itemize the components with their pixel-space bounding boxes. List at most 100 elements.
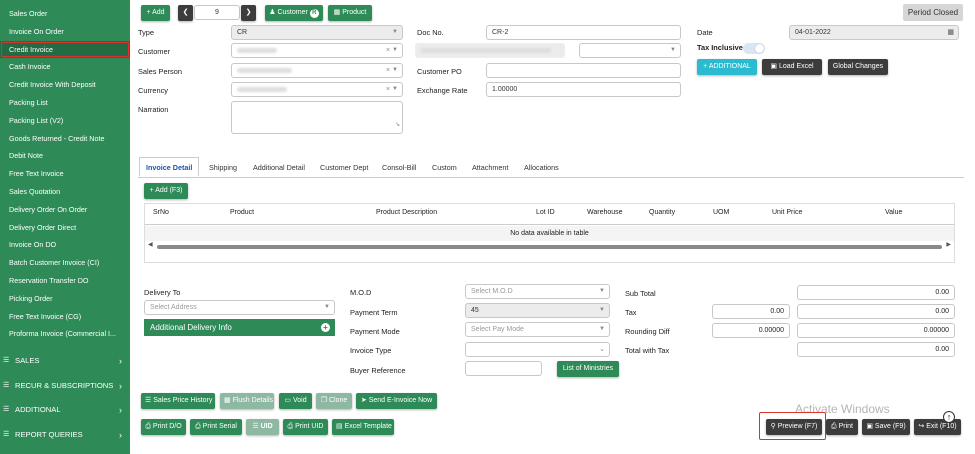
sidebar-item-debit-note[interactable]: Debit Note (0, 147, 130, 165)
list-of-ministries-button[interactable]: List of Ministries (557, 361, 619, 377)
tab-customer-dept[interactable]: Customer Dept (320, 158, 368, 178)
dropdown-icon: ▼ (599, 307, 605, 313)
buyer-reference-input[interactable] (465, 361, 542, 376)
record-number-input[interactable]: 9 (194, 5, 240, 20)
sidebar-item-credit-invoice-with-deposit[interactable]: Credit Invoice With Deposit (0, 76, 130, 94)
print-uid-button[interactable]: ⎙ Print UID (283, 419, 328, 435)
payment-mode-select[interactable]: Select Pay Mode ▼ (465, 322, 610, 337)
column-warehouse[interactable]: Warehouse (587, 209, 623, 216)
tab-custom[interactable]: Custom (432, 158, 457, 178)
exit-icon: ↪ (918, 423, 925, 430)
print-button[interactable]: ⎙ Print (826, 419, 858, 435)
sidebar-item-cash-invoice[interactable]: Cash Invoice (0, 58, 130, 76)
mod-select[interactable]: Select M.O.D ▼ (465, 284, 610, 299)
sidebar-item-delivery-order-on-order[interactable]: Delivery Order On Order (0, 201, 130, 219)
sidebar-section-recur[interactable]: ☰ RECUR & SUBSCRIPTIONS › (0, 375, 130, 397)
delivery-address-select[interactable]: Select Address ▼ (144, 300, 335, 315)
additional-button[interactable]: + ADDITIONAL (697, 59, 757, 75)
sidebar-item-free-text-invoice-cg[interactable]: Free Text Invoice (CG) (0, 308, 130, 326)
scroll-top-icon[interactable]: ↑ (943, 411, 955, 423)
customer-po-input[interactable] (486, 63, 681, 78)
tax-label: Tax (625, 308, 637, 317)
tab-attachment[interactable]: Attachment (472, 158, 508, 178)
column-quantity[interactable]: Quantity (649, 209, 675, 216)
invoice-type-select[interactable]: ⌄ (465, 342, 610, 357)
next-record-button[interactable]: ❯ (241, 5, 256, 21)
sidebar-item-sales-quotation[interactable]: Sales Quotation (0, 183, 130, 201)
scroll-right-icon[interactable]: ▶ (946, 241, 951, 248)
plus-circle-icon[interactable]: + (321, 323, 330, 332)
sidebar-item-goods-returned[interactable]: Goods Returned - Credit Note (0, 130, 130, 148)
tab-invoice-detail[interactable]: Invoice Detail (139, 157, 200, 177)
preview-button[interactable]: ⚲ Preview (F7) (766, 419, 822, 435)
tab-consol-bill[interactable]: Consol-Bill (382, 158, 416, 178)
print-serial-button[interactable]: ⎙ Print Serial (190, 419, 242, 435)
sidebar-item-picking-order[interactable]: Picking Order (0, 290, 130, 308)
column-srno[interactable]: SrNo (153, 209, 169, 216)
column-lot-id[interactable]: Lot ID (536, 209, 555, 216)
tab-shipping[interactable]: Shipping (209, 158, 237, 178)
resize-handle-icon[interactable]: ↘ (395, 119, 400, 132)
sidebar-item-reservation-transfer-do[interactable]: Reservation Transfer DO (0, 272, 130, 290)
clear-icon[interactable]: × (386, 83, 390, 96)
add-line-button[interactable]: + Add (F3) (144, 183, 188, 199)
sidebar-section-report-queries[interactable]: ☰ REPORT QUERIES › (0, 424, 130, 446)
excel-template-button[interactable]: ▤ Excel Template (332, 419, 394, 435)
calendar-icon[interactable]: ▦ (947, 26, 954, 39)
column-product[interactable]: Product (230, 209, 254, 216)
sidebar-item-free-text-invoice[interactable]: Free Text Invoice (0, 165, 130, 183)
uid-button[interactable]: ☰ UID (246, 419, 279, 435)
column-product-description[interactable]: Product Description (376, 209, 437, 216)
sales-person-select[interactable]: × ▼ (231, 63, 403, 78)
product-button[interactable]: ▦ Product (328, 5, 372, 21)
global-changes-button[interactable]: Global Changes (828, 59, 888, 75)
sidebar-item-credit-invoice[interactable]: Credit Invoice (0, 40, 130, 59)
scroll-left-icon[interactable]: ◀ (148, 241, 153, 248)
sidebar-item-invoice-on-do[interactable]: Invoice On DO (0, 236, 130, 254)
tab-additional-detail[interactable]: Additional Detail (253, 158, 305, 178)
menu-icon: ☰ (3, 382, 10, 389)
column-unit-price[interactable]: Unit Price (772, 209, 802, 216)
sidebar-item-invoice-on-order[interactable]: Invoice On Order (0, 23, 130, 41)
sidebar-item-delivery-order-direct[interactable]: Delivery Order Direct (0, 219, 130, 237)
sidebar-item-packing-list[interactable]: Packing List (0, 94, 130, 112)
clear-icon[interactable]: × (386, 64, 390, 77)
type-select[interactable]: CR ▼ (231, 25, 403, 40)
grid-scrollbar[interactable]: ◀ ▶ (148, 241, 951, 250)
sidebar-section-additional[interactable]: ☰ ADDITIONAL › (0, 399, 130, 421)
customer-address-select[interactable]: ▼ (579, 43, 681, 58)
doc-no-input[interactable]: CR-2 (486, 25, 681, 40)
narration-textarea[interactable]: ↘ (231, 101, 403, 134)
tax-inclusive-toggle[interactable] (743, 43, 765, 54)
date-input[interactable]: 04-01-2022 ▦ (789, 25, 959, 40)
sidebar-item-sales-order[interactable]: Sales Order (0, 5, 130, 23)
sidebar-item-proforma-invoice[interactable]: Proforma Invoice (Commercial I... (0, 325, 130, 343)
exit-button[interactable]: ↪ Exit (F10) (914, 419, 961, 435)
print-do-button[interactable]: ⎙ Print D/O (141, 419, 186, 435)
payment-term-select[interactable]: 45 ▼ (465, 303, 610, 318)
scrollbar-thumb[interactable] (157, 245, 942, 249)
column-uom[interactable]: UOM (713, 209, 729, 216)
column-value[interactable]: Value (885, 209, 902, 216)
add-button[interactable]: + Add (141, 5, 170, 21)
customer-button[interactable]: ♟ Customer R (265, 5, 323, 21)
tab-allocations[interactable]: Allocations (524, 158, 559, 178)
rounding-diff-input[interactable]: 0.00000 (712, 323, 790, 338)
flush-details-button[interactable]: ▦ Flush Details (220, 393, 274, 409)
currency-select[interactable]: × ▼ (231, 82, 403, 97)
sidebar-item-batch-customer-invoice[interactable]: Batch Customer Invoice (CI) (0, 254, 130, 272)
customer-select[interactable]: × ▼ (231, 43, 403, 58)
save-button[interactable]: ▣ Save (F9) (862, 419, 910, 435)
exchange-rate-input[interactable]: 1.00000 (486, 82, 681, 97)
send-einvoice-button[interactable]: ➤ Send E-Invoice Now (356, 393, 437, 409)
additional-delivery-info-panel[interactable]: Additional Delivery Info + (144, 319, 335, 336)
load-excel-button[interactable]: ▣ Load Excel (762, 59, 822, 75)
sidebar-section-sales[interactable]: ☰ SALES › (0, 350, 130, 372)
sidebar-item-packing-list-v2[interactable]: Packing List (V2) (0, 112, 130, 130)
void-button[interactable]: ▭ Void (279, 393, 312, 409)
clone-button[interactable]: ❐ Clone (316, 393, 352, 409)
sales-price-history-button[interactable]: ☰ Sales Price History (141, 393, 215, 409)
clear-icon[interactable]: × (386, 44, 390, 57)
tax-amount-input[interactable]: 0.00 (712, 304, 790, 319)
prev-record-button[interactable]: ❮ (178, 5, 193, 21)
